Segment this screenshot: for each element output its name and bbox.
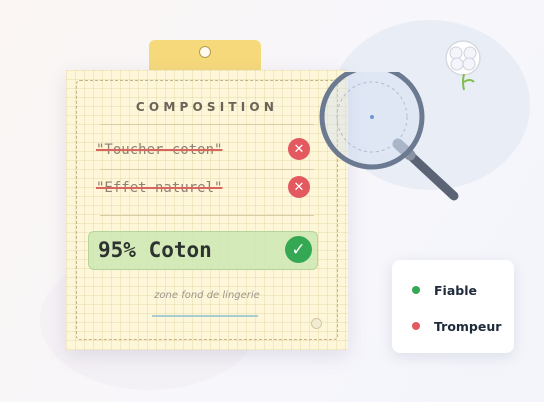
claim-effet-naturel: "Effet naturel" [96, 180, 223, 196]
divider [100, 169, 314, 170]
divider [100, 215, 314, 216]
claim-toucher-coton: "Toucher coton" [96, 142, 223, 158]
label-stitching [76, 80, 338, 340]
legend: Fiable Trompeur [392, 260, 514, 353]
corner-dot [311, 318, 322, 329]
legend-item-fiable: Fiable [412, 280, 477, 300]
close-circle-icon: ✕ [288, 176, 310, 198]
legend-dot [412, 322, 420, 330]
legend-dot [412, 286, 420, 294]
label-title: COMPOSITION [135, 100, 279, 114]
magnifying-glass-icon [319, 72, 459, 201]
cotton-flower-icon [445, 40, 481, 91]
close-circle-icon: ✕ [288, 138, 310, 160]
zone-caption: zone fond de lingerie [154, 290, 260, 301]
check-circle-icon: ✓ [285, 236, 312, 263]
composition-highlight: 95% Coton ✓ [88, 231, 318, 270]
clothing-label: COMPOSITION "Toucher coton" ✕ "Effet nat… [66, 70, 348, 350]
tag-hole [199, 46, 211, 58]
legend-item-trompeur: Trompeur [412, 316, 501, 336]
divider [100, 124, 314, 125]
legend-label: Fiable [434, 282, 477, 298]
legend-label: Trompeur [434, 318, 502, 334]
zone-underline [152, 315, 258, 317]
composition-value: 95% Coton [98, 238, 212, 262]
